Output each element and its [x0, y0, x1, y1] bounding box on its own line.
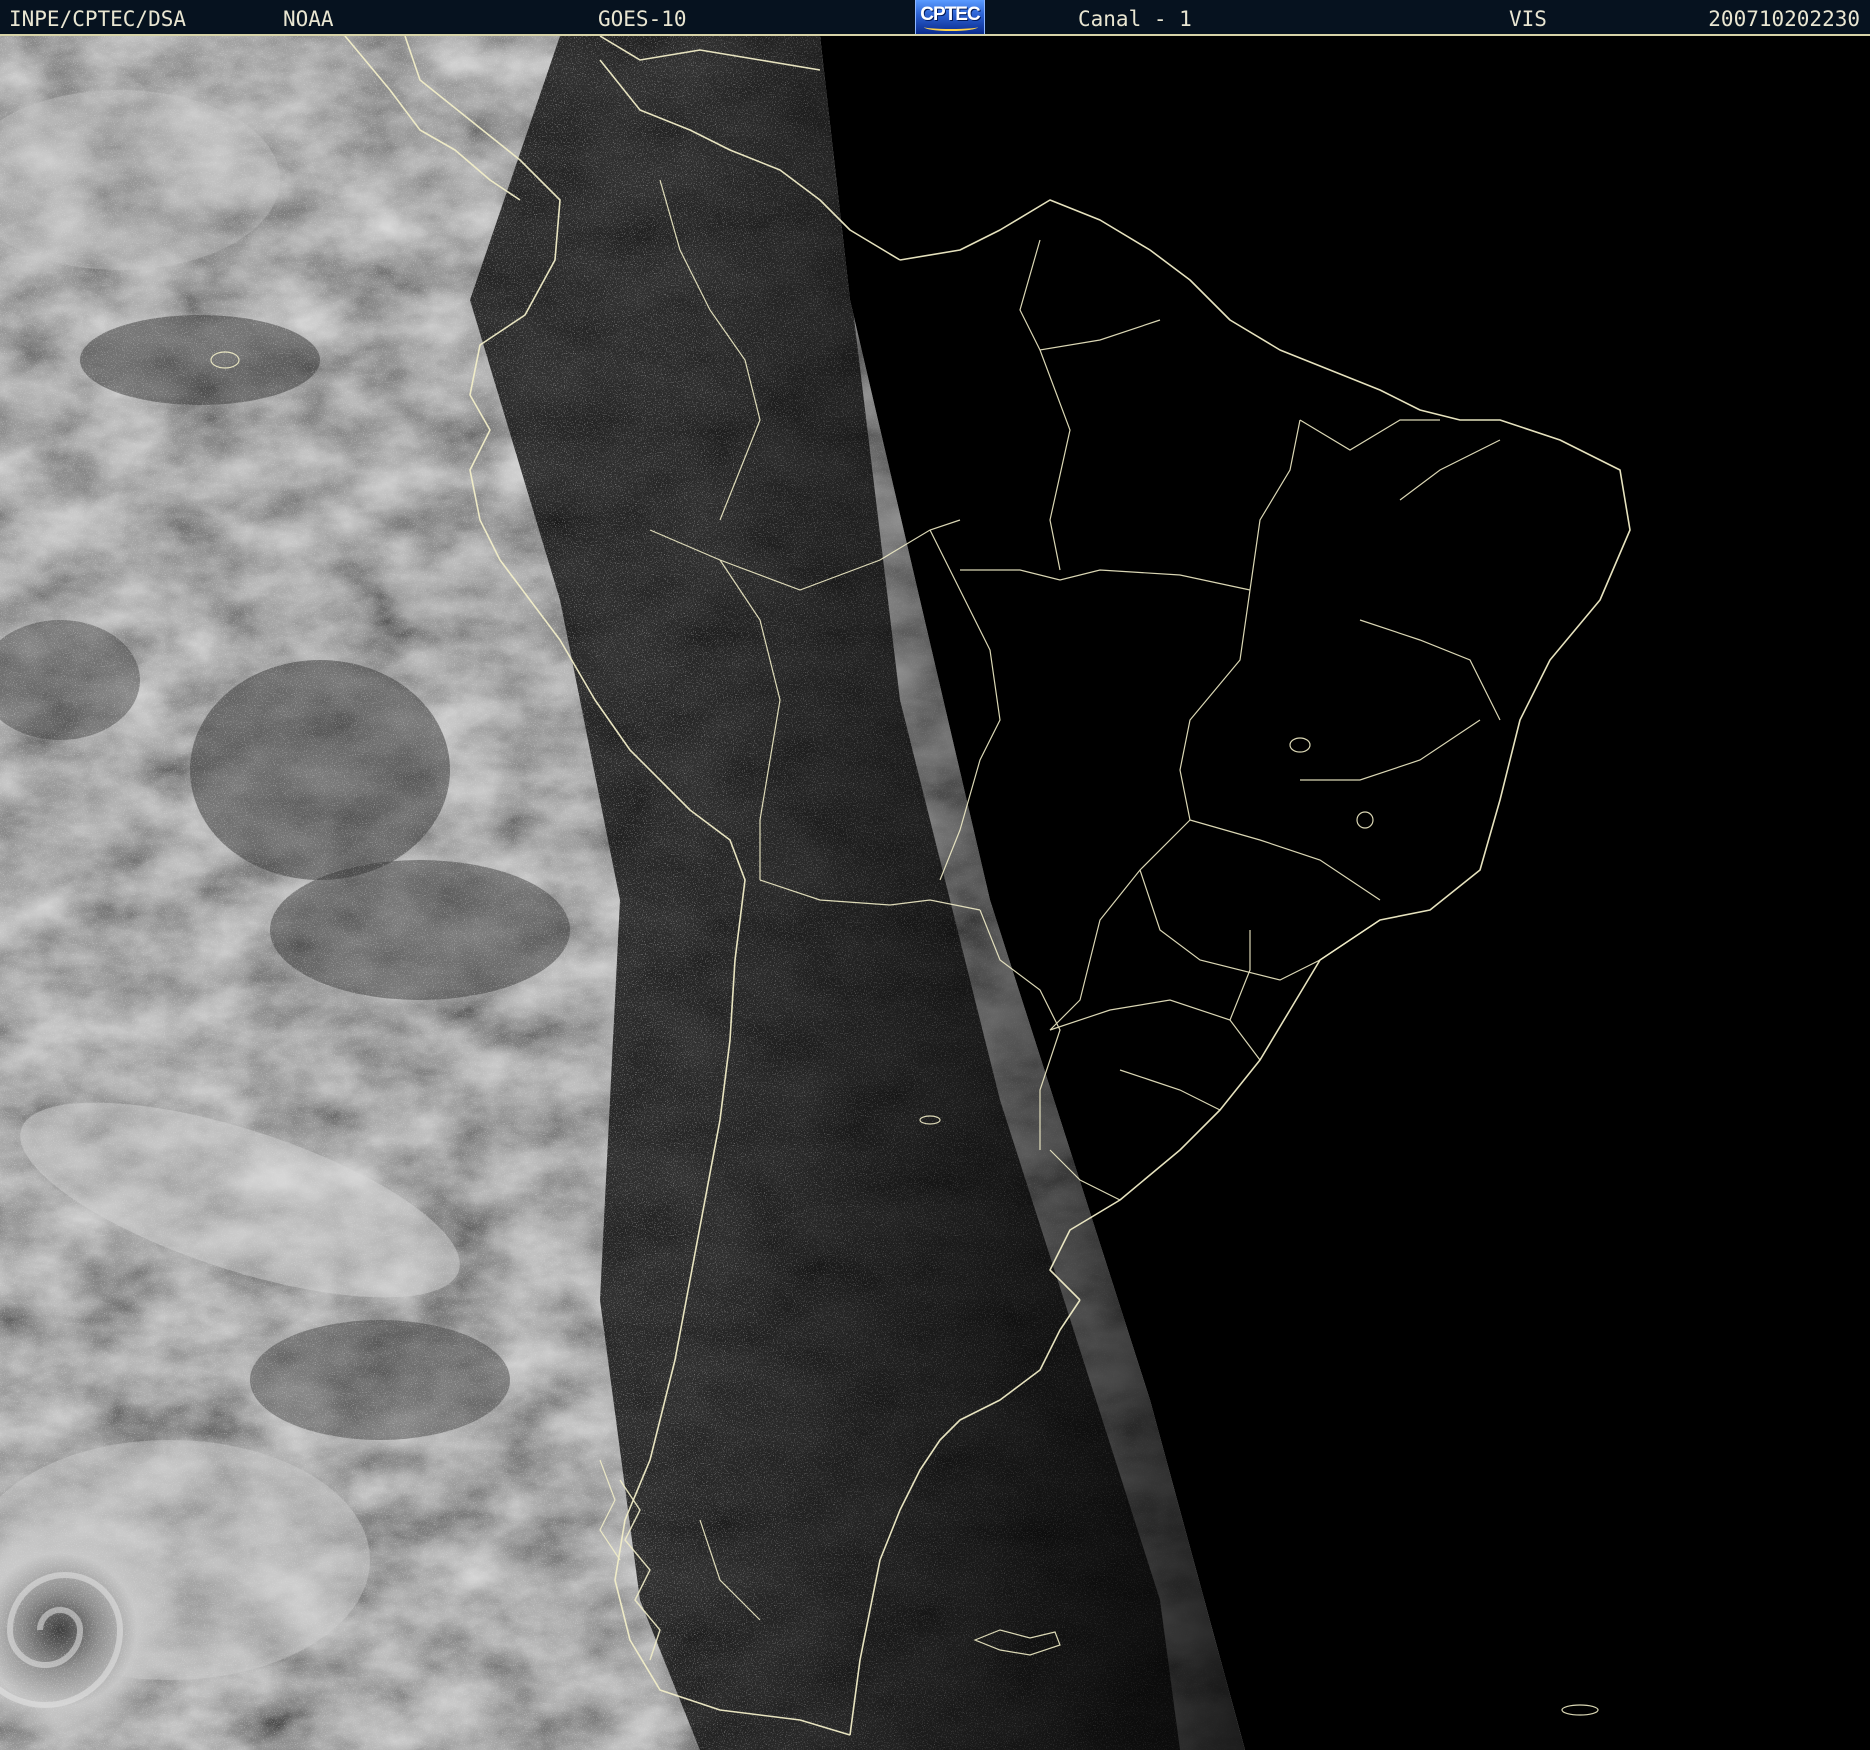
satellite-label: GOES-10 [598, 7, 687, 31]
agency-label: INPE/CPTEC/DSA [9, 7, 187, 31]
operator-label: NOAA [283, 7, 334, 31]
logo-swoosh [924, 23, 978, 31]
satellite-image [0, 36, 1870, 1750]
timestamp-label: 200710202230 [1708, 7, 1860, 31]
header-bar: INPE/CPTEC/DSA NOAA GOES-10 CPTEC Canal … [0, 0, 1870, 36]
band-label: VIS [1509, 7, 1547, 31]
cptec-logo: CPTEC [915, 0, 985, 34]
channel-label: Canal - 1 [1078, 7, 1192, 31]
